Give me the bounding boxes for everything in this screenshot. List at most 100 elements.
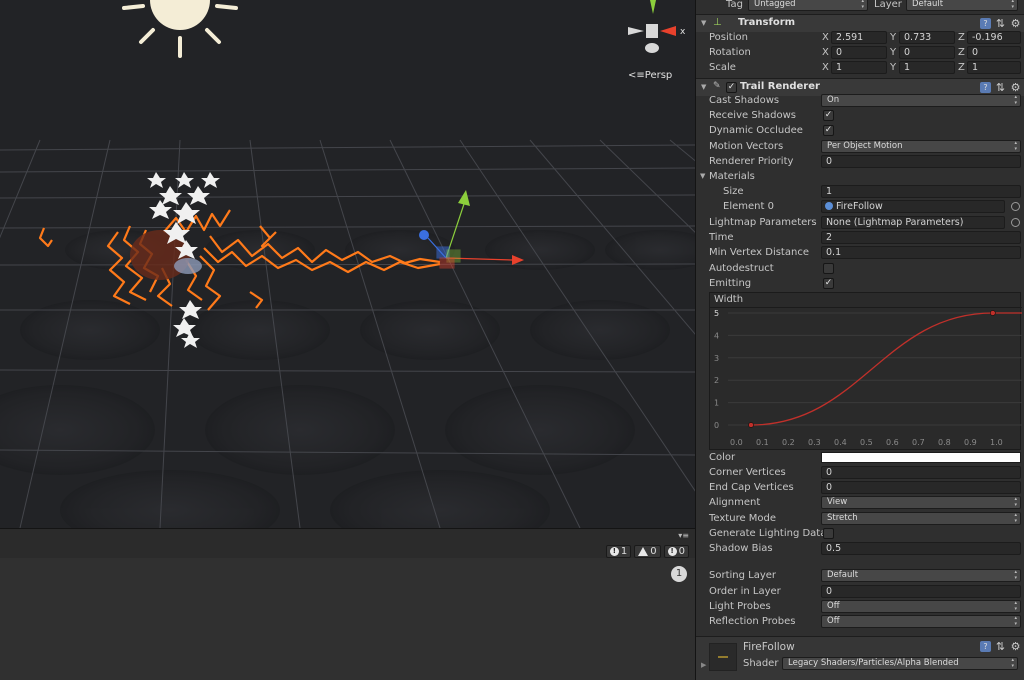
min-vertex-field[interactable]: 0.1 — [821, 246, 1021, 259]
rotation-x-field[interactable]: 0 — [831, 46, 887, 59]
gear-icon[interactable]: ⚙ — [1010, 18, 1021, 29]
scale-x-field[interactable]: 1 — [831, 61, 887, 74]
end-cap-vertices-field[interactable]: 0 — [821, 481, 1021, 494]
materials-row[interactable]: ▼ Materials — [696, 169, 1024, 184]
curve-x-tick: 0.1 — [756, 438, 769, 447]
receive-shadows-checkbox[interactable]: ✓ — [823, 110, 834, 121]
gear-icon[interactable]: ⚙ — [1010, 82, 1021, 93]
reflection-probes-dropdown[interactable]: Off — [821, 615, 1021, 628]
shadow-bias-field[interactable]: 0.5 — [821, 542, 1021, 555]
curve-x-tick: 0.3 — [808, 438, 821, 447]
color-gradient-swatch[interactable] — [821, 452, 1021, 463]
receive-shadows-label: Receive Shadows — [709, 110, 796, 121]
dynamic-occludee-checkbox[interactable]: ✓ — [823, 125, 834, 136]
axis-x-label[interactable]: X — [822, 60, 829, 75]
corner-vertices-field[interactable]: 0 — [821, 466, 1021, 479]
axis-y-label[interactable]: Y — [890, 45, 896, 60]
axis-x-label[interactable]: X — [822, 30, 829, 45]
width-curve-line — [750, 312, 1022, 426]
axis-z-label[interactable]: Z — [958, 60, 965, 75]
material-section[interactable]: ▶ FireFollow Shader Legacy Shaders/Parti… — [696, 636, 1024, 680]
help-book-icon[interactable]: ? — [980, 82, 991, 93]
rotation-y-field[interactable]: 0 — [899, 46, 955, 59]
preset-icon[interactable]: ⇅ — [995, 18, 1006, 29]
renderer-priority-row: Renderer Priority 0 — [696, 154, 1024, 169]
position-x-field[interactable]: 2.591 — [831, 31, 887, 44]
color-row: Color — [696, 450, 1024, 465]
material-name: FireFollow — [743, 641, 795, 653]
console-log[interactable]: 1 — [0, 558, 695, 680]
sorting-layer-dropdown[interactable]: Default — [821, 569, 1021, 582]
scene-canvas[interactable]: x — [0, 0, 695, 528]
persp-label: Persp — [644, 70, 673, 81]
error-count-toggle[interactable]: ! 0 — [663, 545, 689, 558]
element0-field[interactable]: FireFollow — [821, 200, 1005, 213]
material-icon — [825, 202, 833, 210]
receive-shadows-row: Receive Shadows ✓ — [696, 108, 1024, 123]
projection-toggle[interactable]: <≡Persp — [628, 70, 672, 81]
fold-arrow-icon[interactable]: ▼ — [700, 169, 705, 184]
motion-vectors-dropdown[interactable]: Per Object Motion — [821, 140, 1021, 153]
materials-size-field[interactable]: 1 — [821, 185, 1021, 198]
width-curve-editor[interactable]: Width 543210 0.0 0.1 0.2 0.3 0.4 0.5 0.6 0.7 0.8… — [709, 292, 1022, 451]
emitting-checkbox[interactable]: ✓ — [823, 278, 834, 289]
position-y-field[interactable]: 0.733 — [899, 31, 955, 44]
width-curve-plot[interactable]: 5 4 3 2 1 0 0.0 0.1 0.2 0.3 0.4 0.5 0.6 0.7 0.8 0.9 1.0 — [710, 293, 1022, 451]
object-picker-icon[interactable] — [1011, 202, 1020, 211]
help-book-icon[interactable]: ? — [980, 18, 991, 29]
curve-y-tick: 0 — [714, 421, 719, 430]
curve-key-start[interactable] — [748, 422, 754, 428]
warning-count-toggle[interactable]: 0 — [634, 545, 661, 558]
curve-x-tick: 0.2 — [782, 438, 795, 447]
texture-mode-dropdown[interactable]: Stretch — [821, 512, 1021, 525]
cast-shadows-dropdown[interactable]: On — [821, 94, 1021, 107]
console-menu-icon[interactable]: ▾≡ — [678, 531, 689, 540]
object-picker-icon[interactable] — [1011, 218, 1020, 227]
axis-x-label[interactable]: X — [822, 45, 829, 60]
axis-y-label[interactable]: Y — [890, 60, 896, 75]
preset-icon[interactable]: ⇅ — [995, 82, 1006, 93]
curve-x-tick: 0.7 — [912, 438, 925, 447]
materials-label: Materials — [709, 171, 755, 182]
error-icon: ! — [667, 547, 677, 556]
position-z-field[interactable]: -0.196 — [967, 31, 1021, 44]
renderer-priority-field[interactable]: 0 — [821, 155, 1021, 168]
min-vertex-row: Min Vertex Distance 0.1 — [696, 245, 1024, 260]
scale-z-field[interactable]: 1 — [967, 61, 1021, 74]
generate-lighting-checkbox[interactable] — [823, 528, 834, 539]
autodestruct-checkbox[interactable] — [823, 263, 834, 274]
generate-lighting-row: Generate Lighting Data — [696, 526, 1024, 541]
tag-dropdown[interactable]: Untagged — [748, 0, 868, 11]
fold-arrow-icon[interactable]: ▼ — [701, 19, 706, 27]
time-row: Time 2 — [696, 230, 1024, 245]
axis-z-label[interactable]: Z — [958, 45, 965, 60]
end-cap-vertices-row: End Cap Vertices 0 — [696, 480, 1024, 495]
axis-z-label[interactable]: Z — [958, 30, 965, 45]
layer-dropdown[interactable]: Default — [906, 0, 1018, 11]
time-field[interactable]: 2 — [821, 231, 1021, 244]
scale-y-field[interactable]: 1 — [899, 61, 955, 74]
axis-y-label[interactable]: Y — [890, 30, 896, 45]
help-book-icon[interactable]: ? — [980, 641, 991, 652]
alignment-dropdown[interactable]: View — [821, 496, 1021, 509]
fold-arrow-icon[interactable]: ▶ — [701, 661, 706, 669]
texture-mode-label: Texture Mode — [709, 513, 777, 524]
order-in-layer-field[interactable]: 0 — [821, 585, 1021, 598]
rotation-z-field[interactable]: 0 — [967, 46, 1021, 59]
info-count-toggle[interactable]: ! 1 — [605, 545, 632, 558]
preset-icon[interactable]: ⇅ — [995, 641, 1006, 652]
light-probes-dropdown[interactable]: Off — [821, 600, 1021, 613]
log-collapse-count: 1 — [671, 566, 687, 582]
fold-arrow-icon[interactable]: ▼ — [701, 83, 706, 91]
persp-icon: <≡ — [628, 70, 645, 81]
curve-key-end[interactable] — [990, 310, 996, 316]
emitting-row: Emitting ✓ — [696, 276, 1024, 291]
gear-icon[interactable]: ⚙ — [1010, 641, 1021, 652]
shader-dropdown[interactable]: Legacy Shaders/Particles/Alpha Blended — [782, 657, 1018, 670]
tag-label: Tag — [726, 0, 743, 10]
shadow-bias-row: Shadow Bias 0.5 — [696, 541, 1024, 556]
scene-view[interactable]: x <≡Persp — [0, 0, 695, 528]
trail-enabled-checkbox[interactable]: ✓ — [726, 82, 737, 93]
tag-layer-bar: Tag Untagged Layer Default — [696, 0, 1024, 14]
lightmap-params-field[interactable]: None (Lightmap Parameters) — [821, 216, 1005, 229]
